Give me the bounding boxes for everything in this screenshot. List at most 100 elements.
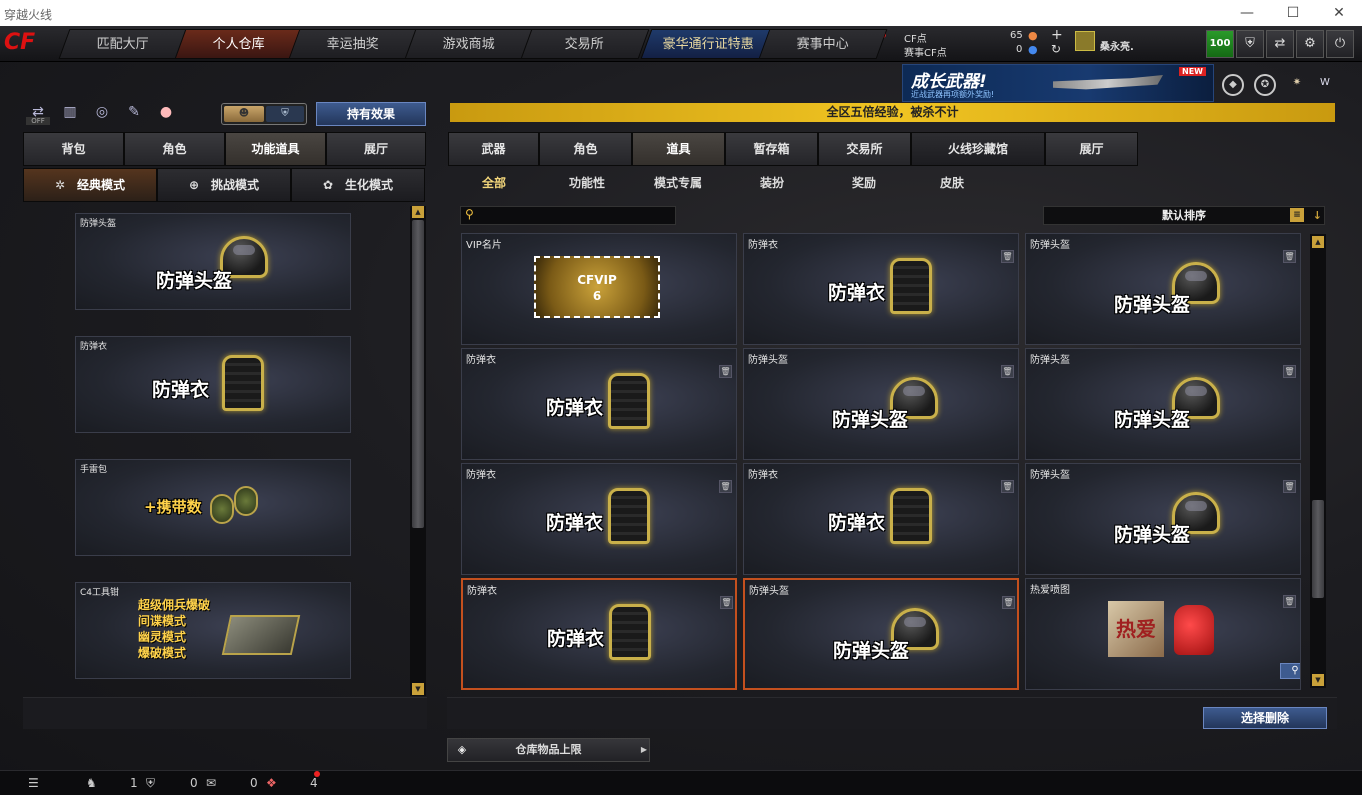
item-card[interactable]: 防弹衣 🗑 防弹衣 (461, 463, 737, 575)
emblem-view-icon[interactable]: ⛨ (266, 106, 304, 122)
friends-icon[interactable]: ♞ (86, 775, 97, 792)
list-icon[interactable]: ≡ (1290, 208, 1304, 222)
trash-icon[interactable]: 🗑 (719, 365, 732, 378)
trash-icon[interactable]: 🗑 (1283, 480, 1296, 493)
left-item-card[interactable]: C4工具钳 超级佣兵爆破 间谍模式 幽灵模式 爆破模式 (75, 582, 351, 679)
item-card[interactable]: 防弹头盔 🗑 防弹头盔 (1025, 463, 1301, 575)
subtab-4[interactable]: 奖励 (832, 172, 896, 194)
cf-logo[interactable]: CF (4, 28, 68, 60)
tab-events[interactable]: 赛事中心 (758, 29, 888, 59)
view-toggle[interactable]: ☻ ⛨ (221, 103, 307, 125)
item-card[interactable]: VIP名片 CFVIP 6 (461, 233, 737, 345)
item-card[interactable]: 热爱喷图 🗑 热爱 ⚲ (1025, 578, 1301, 690)
growth-weapon-banner[interactable]: 成长武器! 近战武器再项额外奖励! NEW (902, 64, 1214, 102)
badge-icon[interactable]: ◆ (1222, 74, 1244, 96)
close-button[interactable]: ✕ (1316, 0, 1362, 26)
trash-icon[interactable]: 🗑 (1283, 595, 1296, 608)
search-box[interactable]: ⚲ (460, 206, 676, 225)
item-card[interactable]: 防弹头盔 🗑 防弹头盔 (1025, 233, 1301, 345)
item-card[interactable]: 防弹衣 🗑 防弹衣 (743, 233, 1019, 345)
mode-tab-1[interactable]: ⊕ 挑战模式 (157, 168, 291, 202)
right-scrollbar[interactable] (1310, 234, 1326, 688)
sort-arrow-icon[interactable]: ↓ (1313, 207, 1322, 224)
stats-icon[interactable]: ▥ (58, 104, 82, 126)
level-badge[interactable]: 100 (1206, 30, 1234, 58)
right-tab-1[interactable]: 角色 (539, 132, 632, 166)
left-tab-1[interactable]: 角色 (124, 132, 225, 166)
trash-icon[interactable]: 🗑 (1002, 596, 1015, 609)
left-item-card[interactable]: 防弹头盔 防弹头盔 (75, 213, 351, 310)
item-card[interactable]: 防弹衣 🗑 防弹衣 (461, 348, 737, 460)
grenade-icon[interactable]: ● (154, 104, 178, 126)
left-item-card[interactable]: 防弹衣 防弹衣 (75, 336, 351, 433)
wings-icon[interactable]: ✷ (1286, 74, 1308, 96)
menu-icon[interactable]: ☰ (28, 775, 39, 792)
clan-icon[interactable]: ⛨ (146, 775, 155, 792)
sort-dropdown[interactable]: 默认排序 ≡ ↓ (1043, 206, 1325, 225)
scroll-up-icon[interactable]: ▲ (1312, 236, 1324, 248)
trash-icon[interactable]: 🗑 (719, 480, 732, 493)
wolf-icon[interactable]: W (1314, 74, 1336, 96)
item-card[interactable]: 防弹头盔 🗑 防弹头盔 (743, 578, 1019, 690)
item-card[interactable]: 防弹头盔 🗑 防弹头盔 (743, 348, 1019, 460)
right-tab-0[interactable]: 武器 (448, 132, 539, 166)
recycle-icon[interactable]: ◎ (90, 104, 114, 126)
event-cf-label: 赛事CF点 (904, 48, 947, 59)
effect-button[interactable]: 持有效果 (316, 102, 426, 126)
nav-tab-label: 交易所 (565, 37, 605, 52)
shield-icon[interactable]: ⛨ (1236, 30, 1264, 58)
refresh-icon[interactable]: ↻ (1051, 42, 1061, 56)
subtab-3[interactable]: 装扮 (740, 172, 804, 194)
left-tab-2[interactable]: 功能道具 (225, 132, 326, 166)
delete-selected-button[interactable]: 选择删除 (1203, 707, 1327, 729)
item-card[interactable]: 防弹衣 🗑 防弹衣 (743, 463, 1019, 575)
tab-lottery[interactable]: 幸运抽奖 (288, 29, 418, 59)
gear-icon[interactable]: ⚙ (1296, 30, 1324, 58)
trash-icon[interactable]: 🗑 (1283, 365, 1296, 378)
tab-shop[interactable]: 游戏商城 (404, 29, 534, 59)
right-tab-6[interactable]: 展厅 (1045, 132, 1138, 166)
scroll-down-icon[interactable]: ▼ (412, 683, 424, 695)
zoom-button[interactable]: ⚲ (1280, 663, 1300, 679)
gift-icon[interactable]: ❖ (266, 775, 277, 792)
trash-icon[interactable]: 🗑 (1283, 250, 1296, 263)
character-view-icon[interactable]: ☻ (224, 106, 264, 122)
scroll-down-icon[interactable]: ▼ (1312, 674, 1324, 686)
tab-pass[interactable]: 豪华通行证特惠 (640, 29, 778, 59)
left-item-card[interactable]: 手雷包 +携带数 (75, 459, 351, 556)
right-tab-3[interactable]: 暂存箱 (725, 132, 818, 166)
tab-lobby[interactable]: 匹配大厅 (58, 29, 188, 59)
minimize-button[interactable]: — (1224, 0, 1270, 26)
subtab-5[interactable]: 皮肤 (920, 172, 984, 194)
add-icon[interactable]: + (1051, 27, 1063, 43)
warehouse-capacity-button[interactable]: ◈ 仓库物品上限 ▶ (447, 738, 650, 762)
mode-tab-0[interactable]: ✲ 经典模式 (23, 168, 157, 202)
right-scroll-thumb[interactable] (1312, 500, 1324, 598)
subtab-1[interactable]: 功能性 (555, 172, 619, 194)
trash-icon[interactable]: 🗑 (720, 596, 733, 609)
mode-tab-2[interactable]: ✿ 生化模式 (291, 168, 425, 202)
trash-icon[interactable]: 🗑 (1001, 250, 1014, 263)
trash-icon[interactable]: 🗑 (1001, 480, 1014, 493)
power-icon[interactable]: ⏻ (1326, 30, 1354, 58)
item-card[interactable]: 防弹衣 🗑 防弹衣 (461, 578, 737, 690)
tab-warehouse[interactable]: 个人仓库 (174, 29, 304, 59)
subtab-0[interactable]: 全部 (462, 172, 526, 194)
swap-icon[interactable]: ⇄ (1266, 30, 1294, 58)
tab-exchange[interactable]: 交易所 (520, 29, 650, 59)
spray-icon[interactable]: ✎ (122, 104, 146, 126)
scroll-up-icon[interactable]: ▲ (412, 206, 424, 218)
right-tab-5[interactable]: 火线珍藏馆 (911, 132, 1045, 166)
right-tab-4[interactable]: 交易所 (818, 132, 911, 166)
right-tab-2[interactable]: 道具 (632, 132, 725, 166)
left-scroll-thumb[interactable] (412, 220, 424, 528)
maximize-button[interactable]: ☐ (1270, 0, 1316, 26)
emblem-icon[interactable]: ✪ (1254, 74, 1276, 96)
trash-icon[interactable]: 🗑 (1001, 365, 1014, 378)
auto-toggle-icon[interactable]: ⇄ OFF (26, 104, 50, 126)
chat-icon[interactable]: ✉ (206, 775, 216, 792)
item-card[interactable]: 防弹头盔 🗑 防弹头盔 (1025, 348, 1301, 460)
left-tab-0[interactable]: 背包 (23, 132, 124, 166)
left-tab-3[interactable]: 展厅 (326, 132, 426, 166)
subtab-2[interactable]: 模式专属 (646, 172, 710, 194)
